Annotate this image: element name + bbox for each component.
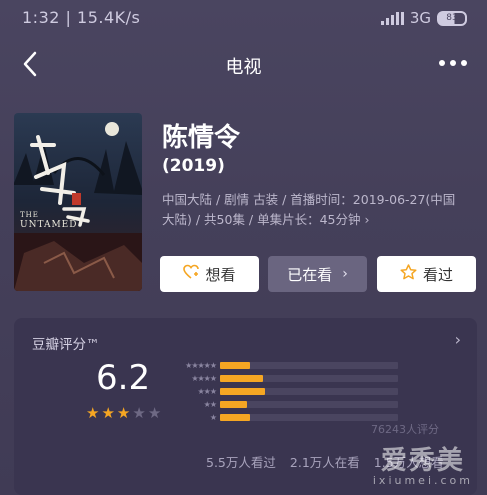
rating-label: 豆瓣评分™ <box>32 337 100 353</box>
movie-title: 陈情令 <box>162 123 241 153</box>
watched-count: 5.5万人看过 <box>206 455 276 470</box>
watermark-logo: 爱秀美 <box>380 446 465 476</box>
star-icon: ★ <box>132 404 146 422</box>
watermark-url: ixiumei.com <box>372 474 473 487</box>
rating-bar-fill <box>220 414 251 421</box>
rating-stars: ★ ★ ★ ★ ★ <box>86 404 161 422</box>
meta-line-1: 中国大陆 / 剧情 古装 / 首播时间：2019-06-27(中国 <box>162 192 456 207</box>
movie-meta[interactable]: 中国大陆 / 剧情 古装 / 首播时间：2019-06-27(中国 大陆) / … <box>162 190 477 230</box>
status-speed: 15.4K/s <box>77 8 141 27</box>
svg-text:THE: THE <box>20 211 39 219</box>
movie-year: (2019) <box>162 156 225 176</box>
rating-row: ★ <box>176 411 398 424</box>
rating-row: ★★ <box>176 398 398 411</box>
more-icon[interactable] <box>439 60 467 66</box>
rating-distribution: ★★★★★ ★★★★ ★★★ ★★ ★ <box>176 359 398 424</box>
rating-bar-fill <box>220 362 251 369</box>
status-bar: 1:32 | 15.4K/s 3G 83 <box>0 0 487 36</box>
rating-row: ★★★★ <box>176 372 398 385</box>
battery-level: 83 <box>446 13 458 23</box>
watermark: 爱秀美 ixiumei.com <box>373 440 473 487</box>
chevron-right-icon: › <box>342 266 348 282</box>
star-icon: ★ <box>101 404 115 422</box>
chevron-right-icon[interactable]: › <box>455 330 461 349</box>
row-stars-icon: ★★★★ <box>191 374 217 383</box>
row-stars-icon: ★★★★★ <box>185 361 217 370</box>
rating-bar-fill <box>220 401 247 408</box>
star-icon: ★ <box>86 404 100 422</box>
poster-image[interactable]: THE UNTAMED <box>14 113 142 291</box>
rating-bar-fill <box>220 375 263 382</box>
watching-count: 2.1万人在看 <box>289 455 360 470</box>
row-stars-icon: ★★ <box>203 400 217 409</box>
top-nav: 电视 <box>0 36 487 92</box>
rating-bar-track <box>220 375 398 382</box>
meta-line-2: 大陆) / 共50集 / 单集片长：45分钟 › <box>162 212 370 227</box>
svg-text:UNTAMED: UNTAMED <box>20 220 77 230</box>
rating-bar-track <box>220 388 398 395</box>
want-to-watch-label: 想看 <box>205 265 236 284</box>
star-icon: ★ <box>147 404 162 422</box>
rating-bar-track <box>220 362 398 369</box>
heart-plus-icon <box>183 264 200 284</box>
watching-button[interactable]: 已在看 › <box>268 256 367 292</box>
signal-icon <box>380 11 404 25</box>
want-to-watch-button[interactable]: 想看 <box>160 256 259 292</box>
status-time: 1:32 <box>22 8 60 27</box>
star-outline-icon <box>400 264 417 284</box>
watched-button[interactable]: 看过 <box>377 256 476 292</box>
watched-label: 看过 <box>422 265 453 284</box>
rating-score: 6.2 <box>96 358 151 398</box>
rating-row: ★★★★★ <box>176 359 398 372</box>
watching-label: 已在看 <box>287 265 333 284</box>
page-title: 电视 <box>225 57 262 78</box>
network-type: 3G <box>409 9 431 27</box>
rating-bar-track <box>220 414 398 421</box>
rating-bar-fill <box>220 388 265 395</box>
row-stars-icon: ★★★ <box>197 387 217 396</box>
battery-icon: 83 <box>437 10 467 26</box>
rating-row: ★★★ <box>176 385 398 398</box>
rating-count: 76243人评分 <box>371 423 439 436</box>
rating-bar-track <box>220 401 398 408</box>
star-icon: ★ <box>116 404 131 422</box>
row-stars-icon: ★ <box>209 413 217 422</box>
